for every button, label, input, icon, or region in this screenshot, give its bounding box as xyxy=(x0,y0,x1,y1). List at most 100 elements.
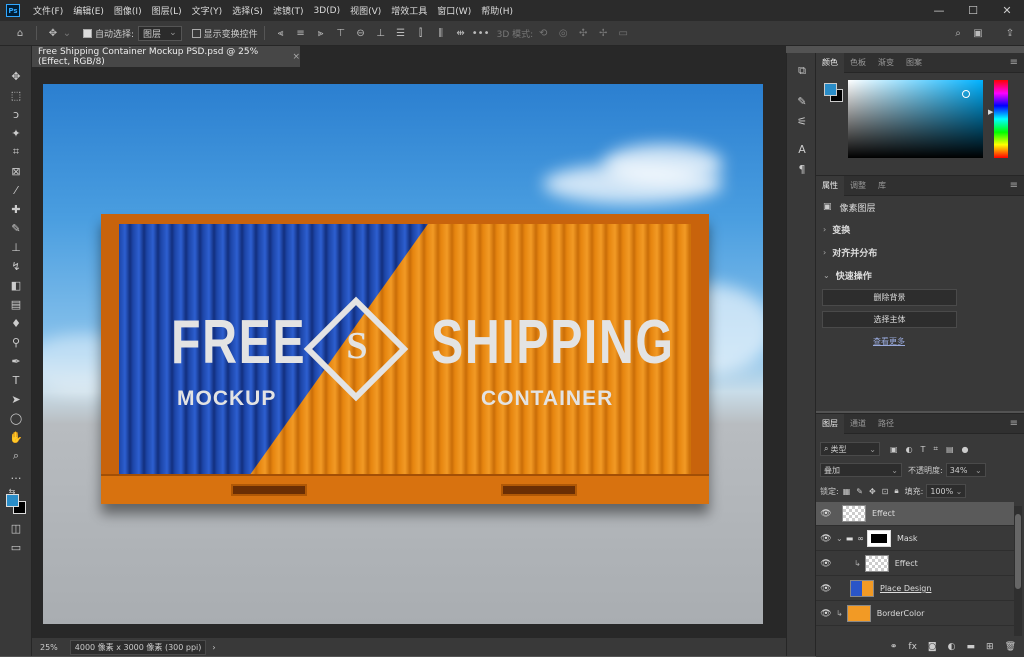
tab-gradients[interactable]: 渐变 xyxy=(872,53,900,73)
document-canvas[interactable]: FREE MOCKUP S SHIPPING CONTAINER xyxy=(43,84,763,624)
filter-toggle-icon[interactable]: ● xyxy=(962,445,969,454)
fx-icon[interactable]: fx xyxy=(908,642,917,652)
move-tool-icon[interactable]: ✥ xyxy=(47,27,59,39)
eye-icon[interactable]: 👁︎ xyxy=(816,559,836,569)
color-picker-cursor[interactable] xyxy=(962,90,970,98)
opacity-field[interactable]: 34% ⌄ xyxy=(945,463,986,477)
3d-orbit-icon[interactable]: ⟲ xyxy=(537,27,549,39)
filter-adjustment-icon[interactable]: ◐ xyxy=(906,445,913,454)
layer-row[interactable]: 👁︎ ↳ Effect xyxy=(816,552,1014,576)
menu-select[interactable]: 选择(S) xyxy=(227,4,268,17)
screen-mode-icon[interactable]: ▭ xyxy=(8,539,24,555)
filter-shape-icon[interactable]: ⌗ xyxy=(933,444,938,454)
align-center-icon[interactable]: ≡ xyxy=(295,27,307,39)
lock-all-icon[interactable]: 🔒︎ xyxy=(894,486,898,496)
delete-layer-icon[interactable]: 🗑︎ xyxy=(1005,642,1016,652)
menu-image[interactable]: 图像(I) xyxy=(109,4,147,17)
move-tool-icon[interactable]: ✥ xyxy=(8,68,24,84)
tab-paths[interactable]: 路径 xyxy=(872,414,900,434)
more-tools-icon[interactable]: … xyxy=(8,467,24,483)
brush-panel-icon[interactable]: ✎ xyxy=(794,93,810,109)
select-subject-button[interactable]: 选择主体 xyxy=(822,311,957,328)
add-mask-icon[interactable]: ◙ xyxy=(928,642,937,652)
frame-tool-icon[interactable]: ⊠ xyxy=(8,163,24,179)
chevron-down-icon[interactable]: ⌄ xyxy=(836,534,843,543)
magic-wand-icon[interactable]: ✦ xyxy=(8,125,24,141)
show-transform-group[interactable]: 显示变换控件 xyxy=(191,27,258,40)
marquee-tool-icon[interactable]: ⬚ xyxy=(8,87,24,103)
hand-tool-icon[interactable]: ✋ xyxy=(8,429,24,445)
align-top-icon[interactable]: ⊤ xyxy=(335,27,347,39)
menu-help[interactable]: 帮助(H) xyxy=(476,4,518,17)
menu-window[interactable]: 窗口(W) xyxy=(432,4,476,17)
distribute-spacing-icon[interactable]: ⇹ xyxy=(455,27,467,39)
align-right-icon[interactable]: ⫸ xyxy=(315,27,327,39)
healing-brush-icon[interactable]: ✚ xyxy=(8,201,24,217)
home-icon[interactable]: ⌂ xyxy=(14,27,26,39)
blend-mode-dropdown[interactable]: 叠加 ⌄ xyxy=(820,463,902,477)
history-panel-icon[interactable]: ⧉ xyxy=(794,63,810,79)
color-picker-field[interactable] xyxy=(848,80,983,158)
panel-menu-icon[interactable]: ≡ xyxy=(1010,418,1018,429)
minimize-button[interactable]: — xyxy=(922,0,956,21)
adjustment-layer-icon[interactable]: ◐ xyxy=(948,642,956,652)
3d-roll-icon[interactable]: ◎ xyxy=(557,27,569,39)
maximize-button[interactable]: ☐ xyxy=(956,0,990,21)
remove-background-button[interactable]: 删除背景 xyxy=(822,289,957,306)
gradient-tool-icon[interactable]: ▤ xyxy=(8,296,24,312)
zoom-level[interactable]: 25% xyxy=(40,643,58,652)
layer-name[interactable]: Effect xyxy=(872,509,895,518)
canvas-area[interactable]: FREE MOCKUP S SHIPPING CONTAINER xyxy=(32,67,786,638)
layer-filter-dropdown[interactable]: ⌕ 类型 ⌄ xyxy=(820,442,880,456)
learn-more-link[interactable]: 查看更多 xyxy=(873,336,905,347)
hue-slider-arrow-icon[interactable]: ▶ xyxy=(988,108,993,116)
history-brush-icon[interactable]: ↯ xyxy=(8,258,24,274)
filter-type-icon[interactable]: T xyxy=(921,445,926,454)
show-transform-checkbox[interactable] xyxy=(191,28,201,38)
3d-scale-icon[interactable]: ▭ xyxy=(617,27,629,39)
menu-view[interactable]: 视图(V) xyxy=(345,4,386,17)
layer-row[interactable]: 👁︎ Effect xyxy=(816,502,1014,526)
menu-filter[interactable]: 滤镜(T) xyxy=(268,4,309,17)
link-layers-icon[interactable]: ⚭ xyxy=(890,642,898,652)
menu-plugins[interactable]: 增效工具 xyxy=(386,4,432,17)
distribute-v-icon[interactable]: ⫼ xyxy=(435,27,447,39)
tab-layers[interactable]: 图层 xyxy=(816,413,844,434)
lasso-tool-icon[interactable]: ↄ xyxy=(8,106,24,122)
menu-type[interactable]: 文字(Y) xyxy=(187,4,228,17)
character-panel-icon[interactable]: A xyxy=(794,141,810,157)
close-tab-icon[interactable]: × xyxy=(292,52,300,62)
layer-group-row[interactable]: 👁︎ ⌄ ▬ ∞ Mask xyxy=(816,527,1014,551)
align-bottom-icon[interactable]: ⊥ xyxy=(375,27,387,39)
layer-name[interactable]: Mask xyxy=(897,534,918,543)
brush-tool-icon[interactable]: ✎ xyxy=(8,220,24,236)
share-icon[interactable]: ⇪ xyxy=(1004,27,1016,39)
filter-smart-object-icon[interactable]: ▤ xyxy=(946,445,954,454)
eraser-tool-icon[interactable]: ◧ xyxy=(8,277,24,293)
dodge-tool-icon[interactable]: ⚲ xyxy=(8,334,24,350)
search-icon[interactable]: ⌕ xyxy=(952,27,964,39)
eye-icon[interactable]: 👁︎ xyxy=(816,534,836,544)
tab-libraries[interactable]: 库 xyxy=(872,176,892,196)
menu-3d[interactable]: 3D(D) xyxy=(308,6,345,16)
layers-scrollbar-thumb[interactable] xyxy=(1015,514,1021,589)
close-window-button[interactable]: ✕ xyxy=(990,0,1024,21)
eye-icon[interactable]: 👁︎ xyxy=(816,609,836,619)
layer-row[interactable]: 👁︎ ↳ BorderColor xyxy=(816,602,1014,626)
crop-tool-icon[interactable]: ⌗ xyxy=(8,144,24,160)
eye-icon[interactable]: 👁︎ xyxy=(816,584,836,594)
eyedropper-icon[interactable]: ⁄ xyxy=(8,182,24,198)
stamp-tool-icon[interactable]: ⊥ xyxy=(8,239,24,255)
workspace-icon[interactable]: ▣ xyxy=(972,27,984,39)
tab-channels[interactable]: 通道 xyxy=(844,414,872,434)
section-transform[interactable]: › 变换 xyxy=(816,218,1024,241)
auto-select-checkbox-group[interactable]: 自动选择: xyxy=(83,27,134,40)
hue-slider[interactable] xyxy=(994,80,1008,158)
tab-patterns[interactable]: 图案 xyxy=(900,53,928,73)
adjust-panel-icon[interactable]: ⚟ xyxy=(794,113,810,129)
tab-swatches[interactable]: 色板 xyxy=(844,53,872,73)
3d-pan-icon[interactable]: ✣ xyxy=(577,27,589,39)
chevron-down-icon[interactable]: ⌄ xyxy=(61,27,73,39)
type-tool-icon[interactable]: T xyxy=(8,372,24,388)
filter-pixel-icon[interactable]: ▣ xyxy=(890,445,898,454)
